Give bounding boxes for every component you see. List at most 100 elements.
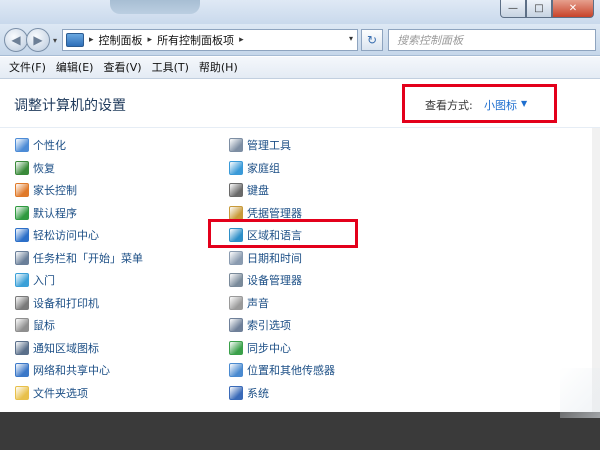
watermark-decoration (560, 368, 600, 418)
header-divider (0, 127, 600, 128)
getting-started-icon (15, 273, 29, 288)
control-panel-item-label[interactable]: 索引选项 (247, 317, 291, 333)
control-panel-item-label[interactable]: 键盘 (247, 182, 269, 198)
control-panel-item-label[interactable]: 个性化 (33, 137, 66, 153)
recent-pages-dropdown-icon[interactable]: ▾ (53, 36, 57, 45)
breadcrumb-all-items[interactable]: 所有控制面板项 (157, 32, 234, 48)
printer-icon (15, 295, 29, 310)
default-programs-icon (15, 205, 29, 220)
control-panel-item-label[interactable]: 位置和其他传感器 (247, 362, 335, 378)
breadcrumb-separator[interactable]: ▸ (239, 35, 244, 45)
page-title: 调整计算机的设置 (14, 98, 126, 114)
control-panel-item[interactable]: 设备管理器 (229, 269, 335, 292)
control-panel-window: — □ ✕ ◀ ▶ ▾ ▸ 控制面板 ▸ 所有控制面板项 ▸ ▾ ↻ 文件(F)… (0, 0, 600, 412)
annotation-highlight-region-language (208, 219, 358, 248)
control-panel-item[interactable]: 设备和打印机 (15, 292, 143, 315)
sync-center-icon (229, 340, 243, 355)
control-panel-item-label[interactable]: 声音 (247, 295, 269, 311)
title-glass-decoration (110, 0, 200, 14)
device-manager-icon (229, 273, 243, 288)
control-panel-item-label[interactable]: 家庭组 (247, 160, 280, 176)
control-panel-item[interactable]: 默认程序 (15, 202, 143, 225)
control-panel-item[interactable]: 同步中心 (229, 337, 335, 360)
control-panel-item-label[interactable]: 管理工具 (247, 137, 291, 153)
control-panel-item-label[interactable]: 轻松访问中心 (33, 227, 99, 243)
address-dropdown-icon[interactable]: ▾ (349, 34, 353, 43)
breadcrumb-separator[interactable]: ▸ (148, 35, 153, 45)
control-panel-item-label[interactable]: 默认程序 (33, 205, 77, 221)
back-arrow-icon[interactable]: ◀ (4, 28, 28, 52)
control-panel-item[interactable]: 索引选项 (229, 314, 335, 337)
items-column-left: 个性化恢复家长控制默认程序轻松访问中心任务栏和「开始」菜单 入门设备和打印机 鼠标通… (15, 134, 143, 404)
personalization-icon (15, 138, 29, 153)
minimize-button[interactable]: — (500, 0, 526, 18)
control-panel-item[interactable]: 网络和共享中心 (15, 359, 143, 382)
control-panel-item-label[interactable]: 家长控制 (33, 182, 77, 198)
control-panel-item[interactable]: 家长控制 (15, 179, 143, 202)
control-panel-item-label[interactable]: 同步中心 (247, 340, 291, 356)
folder-options-icon (15, 385, 29, 400)
control-panel-item[interactable]: 家庭组 (229, 157, 335, 180)
mouse-icon (15, 318, 29, 333)
breadcrumb-control-panel[interactable]: 控制面板 (99, 32, 143, 48)
search-box[interactable] (388, 29, 596, 51)
menu-bar: 文件(F) 编辑(E) 查看(V) 工具(T) 帮助(H) (0, 57, 600, 79)
control-panel-item[interactable]: 任务栏和「开始」菜单 (15, 247, 143, 270)
control-panel-item[interactable]: 鼠标 (15, 314, 143, 337)
maximize-button[interactable]: □ (526, 0, 552, 18)
control-panel-icon (66, 33, 84, 47)
menu-view[interactable]: 查看(V) (98, 58, 146, 78)
control-panel-item[interactable]: 日期和时间 (229, 247, 335, 270)
parental-controls-icon (15, 183, 29, 198)
control-panel-item[interactable]: 轻松访问中心 (15, 224, 143, 247)
indexing-options-icon (229, 318, 243, 333)
ease-of-access-icon (15, 228, 29, 243)
control-panel-item[interactable]: 个性化 (15, 134, 143, 157)
menu-file[interactable]: 文件(F) (4, 58, 51, 78)
address-bar[interactable]: ▸ 控制面板 ▸ 所有控制面板项 ▸ ▾ (62, 29, 358, 51)
control-panel-item[interactable]: 恢复 (15, 157, 143, 180)
refresh-button[interactable]: ↻ (361, 29, 383, 51)
control-panel-item[interactable]: 入门 (15, 269, 143, 292)
control-panel-item[interactable]: 文件夹选项 (15, 382, 143, 405)
control-panel-item-label[interactable]: 网络和共享中心 (33, 362, 110, 378)
control-panel-item-label[interactable]: 任务栏和「开始」菜单 (33, 250, 143, 266)
sound-icon (229, 295, 243, 310)
control-panel-item[interactable]: 键盘 (229, 179, 335, 202)
taskbar-icon (15, 250, 29, 265)
refresh-icon: ↻ (366, 33, 378, 47)
control-panel-item-label[interactable]: 鼠标 (33, 317, 55, 333)
network-icon (15, 363, 29, 378)
breadcrumb-separator[interactable]: ▸ (89, 35, 94, 45)
control-panel-item[interactable]: 系统 (229, 382, 335, 405)
control-panel-item[interactable]: 声音 (229, 292, 335, 315)
menu-edit[interactable]: 编辑(E) (51, 58, 99, 78)
control-panel-item-label[interactable]: 通知区域图标 (33, 340, 99, 356)
control-panel-item-label[interactable]: 设备管理器 (247, 272, 302, 288)
keyboard-icon (229, 183, 243, 198)
control-panel-item[interactable]: 管理工具 (229, 134, 335, 157)
caption-buttons: — □ ✕ (500, 0, 594, 18)
admin-tools-icon (229, 138, 243, 153)
control-panel-item-label[interactable]: 日期和时间 (247, 250, 302, 266)
date-time-icon (229, 250, 243, 265)
notification-area-icon (15, 340, 29, 355)
title-bar: — □ ✕ (0, 0, 600, 24)
control-panel-item-label[interactable]: 文件夹选项 (33, 385, 88, 401)
close-button[interactable]: ✕ (552, 0, 594, 18)
control-panel-item[interactable]: 通知区域图标 (15, 337, 143, 360)
menu-tools[interactable]: 工具(T) (147, 58, 194, 78)
forward-arrow-icon[interactable]: ▶ (26, 28, 50, 52)
menu-help[interactable]: 帮助(H) (194, 58, 243, 78)
annotation-highlight-view-by (402, 84, 557, 123)
control-panel-item-label[interactable]: 入门 (33, 272, 55, 288)
control-panel-item[interactable]: 位置和其他传感器 (229, 359, 335, 382)
recovery-icon (15, 160, 29, 175)
search-input[interactable] (389, 30, 595, 50)
control-panel-item-label[interactable]: 设备和打印机 (33, 295, 99, 311)
control-panel-item-label[interactable]: 系统 (247, 385, 269, 401)
taskbar-area (0, 412, 600, 450)
control-panel-item-label[interactable]: 恢复 (33, 160, 55, 176)
credential-manager-icon (229, 205, 243, 220)
location-sensors-icon (229, 363, 243, 378)
